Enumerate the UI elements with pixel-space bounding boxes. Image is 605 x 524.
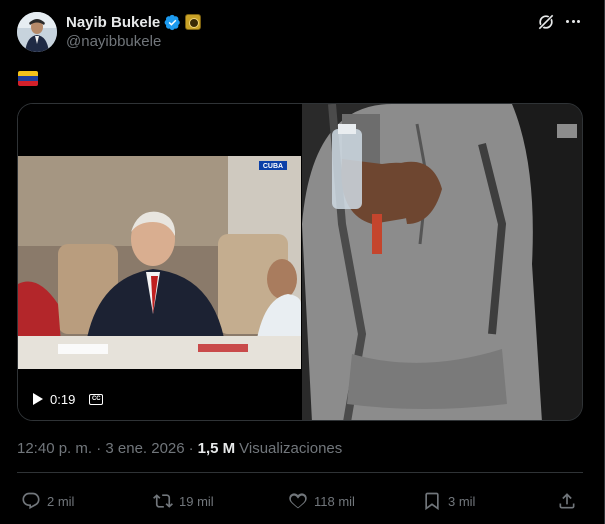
share-button[interactable] [557, 489, 577, 513]
video-player[interactable]: CUBA 0:19 CC [17, 103, 583, 421]
like-button[interactable]: 118 mil [288, 489, 355, 513]
reply-count: 2 mil [47, 493, 75, 509]
reply-icon [22, 492, 40, 510]
heart-icon [289, 493, 307, 509]
video-controls: 0:19 CC [30, 388, 104, 410]
repost-icon [153, 494, 173, 508]
author-handle[interactable]: @nayibbukele [66, 33, 161, 50]
captions-icon[interactable]: CC [89, 393, 104, 405]
post-actions-bar: 2 mil 19 mil 118 mil 3 mil [17, 489, 583, 513]
bookmark-count: 3 mil [448, 493, 476, 509]
play-icon[interactable] [30, 392, 44, 406]
repost-count: 19 mil [179, 493, 214, 509]
post-card[interactable]: Nayib Bukele @nayibbukele CUBA 0:19 CC 1… [0, 0, 605, 524]
reply-button[interactable]: 2 mil [21, 489, 74, 513]
post-meta: 12:40 p. m. · 3 ene. 2026 · 1,5 M Visual… [17, 440, 342, 457]
video-left-panel: CUBA [18, 104, 301, 420]
broadcast-label: CUBA [263, 163, 283, 170]
venezuela-flag-icon [18, 71, 38, 86]
share-icon [559, 493, 575, 509]
author-name-row: Nayib Bukele [66, 12, 202, 32]
video-frame-meeting: CUBA [18, 104, 301, 420]
author-avatar[interactable] [17, 12, 57, 52]
actions-divider [17, 472, 583, 473]
views-label: Visualizaciones [239, 440, 343, 457]
bookmark-icon [425, 492, 439, 511]
author-display-name[interactable]: Nayib Bukele [66, 14, 160, 31]
video-duration: 0:19 [50, 391, 76, 407]
verified-badge-icon[interactable] [164, 14, 181, 31]
repost-button[interactable]: 19 mil [153, 489, 214, 513]
post-timestamp[interactable]: 12:40 p. m. · 3 ene. 2026 [17, 440, 185, 457]
grok-icon[interactable] [536, 12, 556, 32]
bookmark-button[interactable]: 3 mil [422, 489, 475, 513]
video-frame-hoodie [302, 104, 582, 420]
meta-separator: · [188, 440, 194, 457]
avatar-image [17, 12, 57, 52]
more-options-icon[interactable] [566, 16, 580, 26]
views-count: 1,5 M [197, 440, 236, 457]
affiliation-badge-icon[interactable] [185, 14, 202, 30]
like-count: 118 mil [314, 493, 355, 509]
video-right-panel [302, 104, 582, 420]
